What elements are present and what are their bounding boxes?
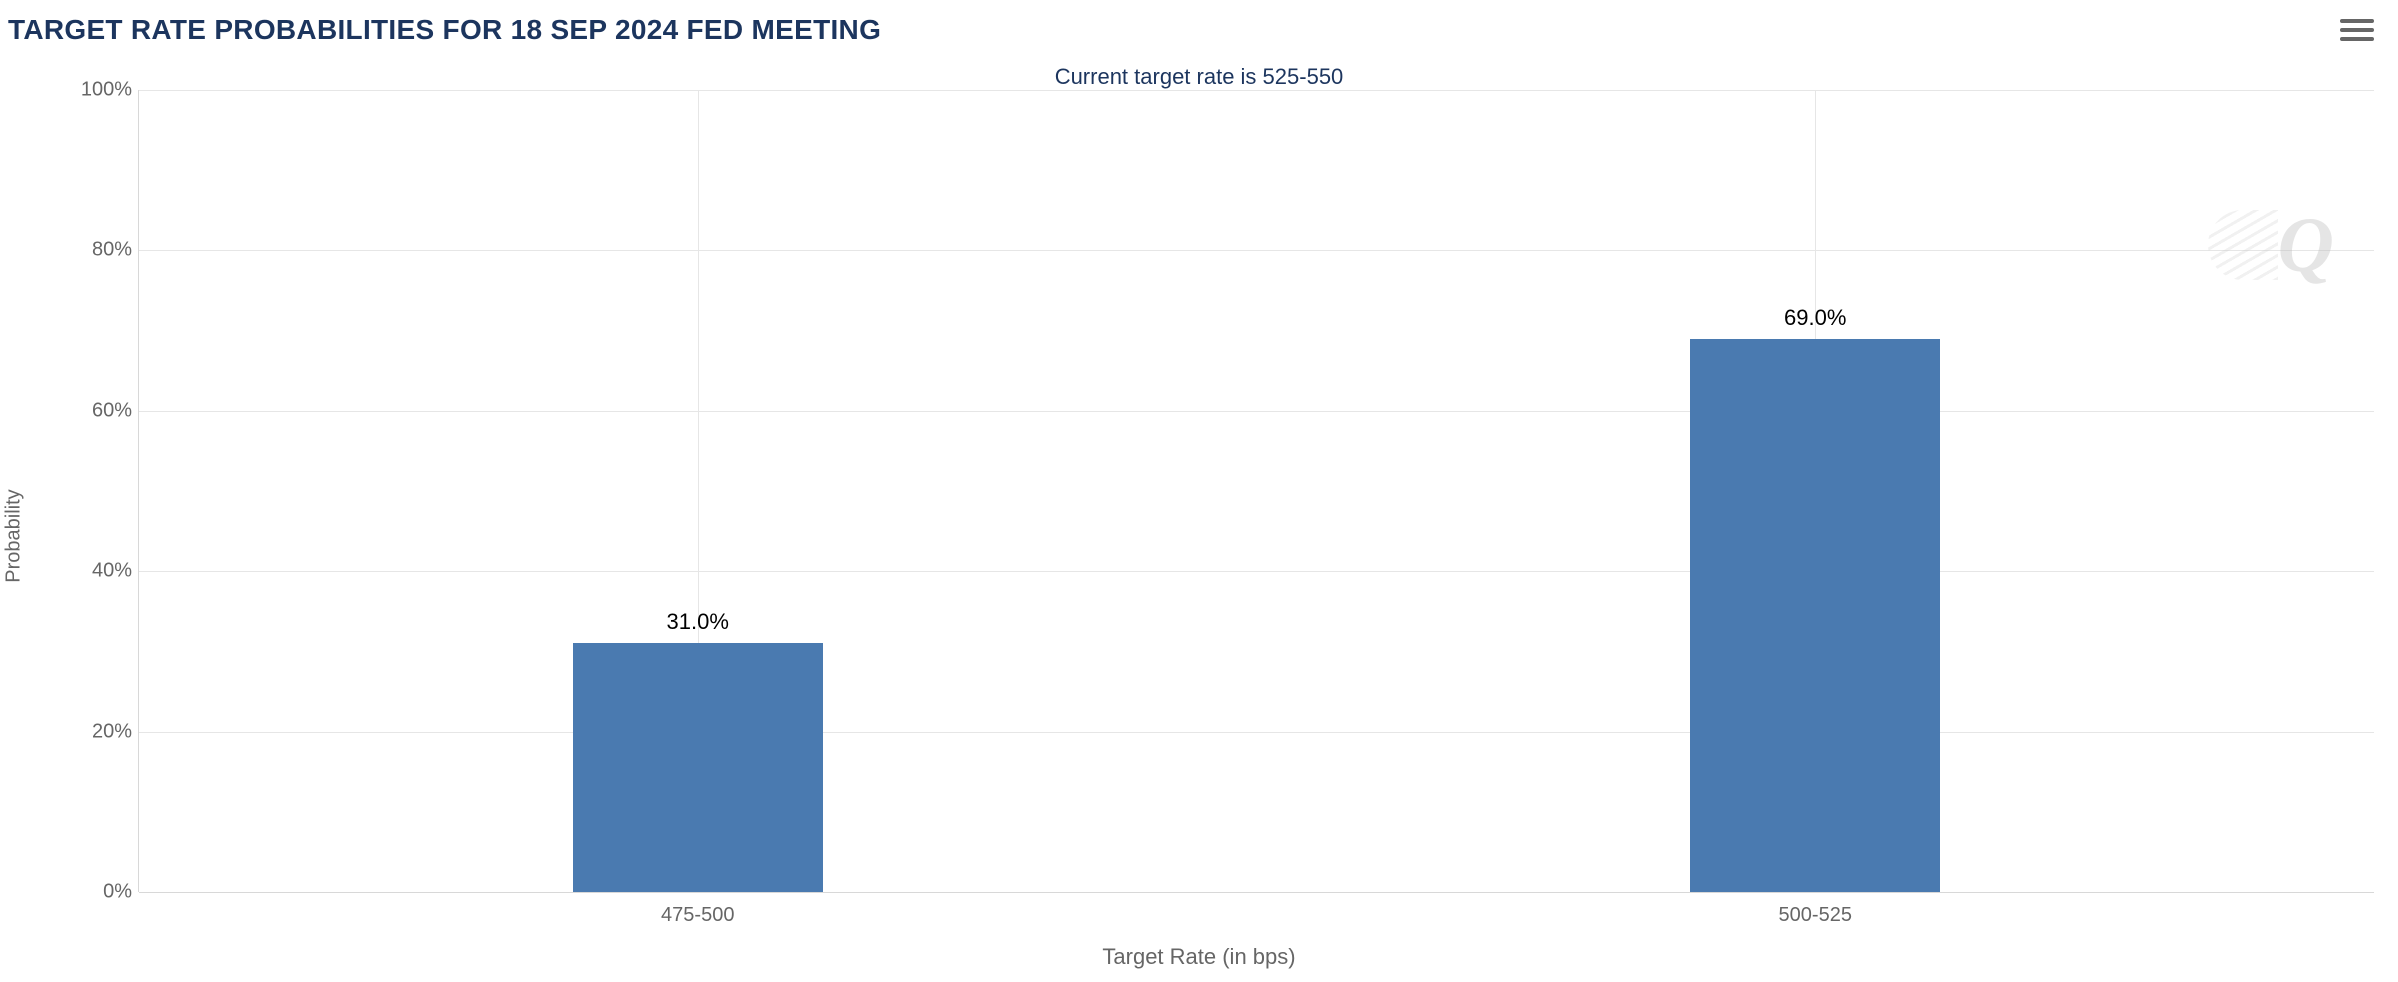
y-axis-label: Probability (3, 489, 26, 582)
hamburger-menu-icon[interactable] (2340, 16, 2374, 44)
bar[interactable]: 31.0% (573, 643, 823, 892)
chart-container: Probability 0%20%40%60%80%100% 31.0%69.0… (0, 90, 2398, 982)
chart-header: TARGET RATE PROBABILITIES FOR 18 SEP 202… (0, 0, 2398, 60)
grid-line (139, 90, 2374, 91)
y-tick-label: 40% (92, 560, 132, 583)
bar-value-label: 31.0% (667, 609, 729, 635)
watermark-logo: Q (2278, 200, 2334, 290)
x-tick-label: 475-500 (661, 904, 734, 927)
plot-area: 31.0%69.0% 475-500500-525 Q (138, 90, 2374, 892)
x-axis-label: Target Rate (in bps) (0, 944, 2398, 970)
y-tick-label: 100% (81, 79, 132, 102)
grid-line (139, 250, 2374, 251)
chart-subtitle: Current target rate is 525-550 (0, 64, 2398, 90)
bar-value-label: 69.0% (1784, 305, 1846, 331)
y-tick-label: 60% (92, 399, 132, 422)
chart-title: TARGET RATE PROBABILITIES FOR 18 SEP 202… (0, 14, 881, 46)
x-tick-label: 500-525 (1779, 904, 1852, 927)
grid-line (139, 571, 2374, 572)
grid-line (139, 892, 2374, 893)
grid-line (139, 411, 2374, 412)
y-tick-label: 20% (92, 720, 132, 743)
bar[interactable]: 69.0% (1690, 339, 1940, 892)
y-tick-label: 80% (92, 239, 132, 262)
grid-line (139, 732, 2374, 733)
y-tick-label: 0% (103, 881, 132, 904)
